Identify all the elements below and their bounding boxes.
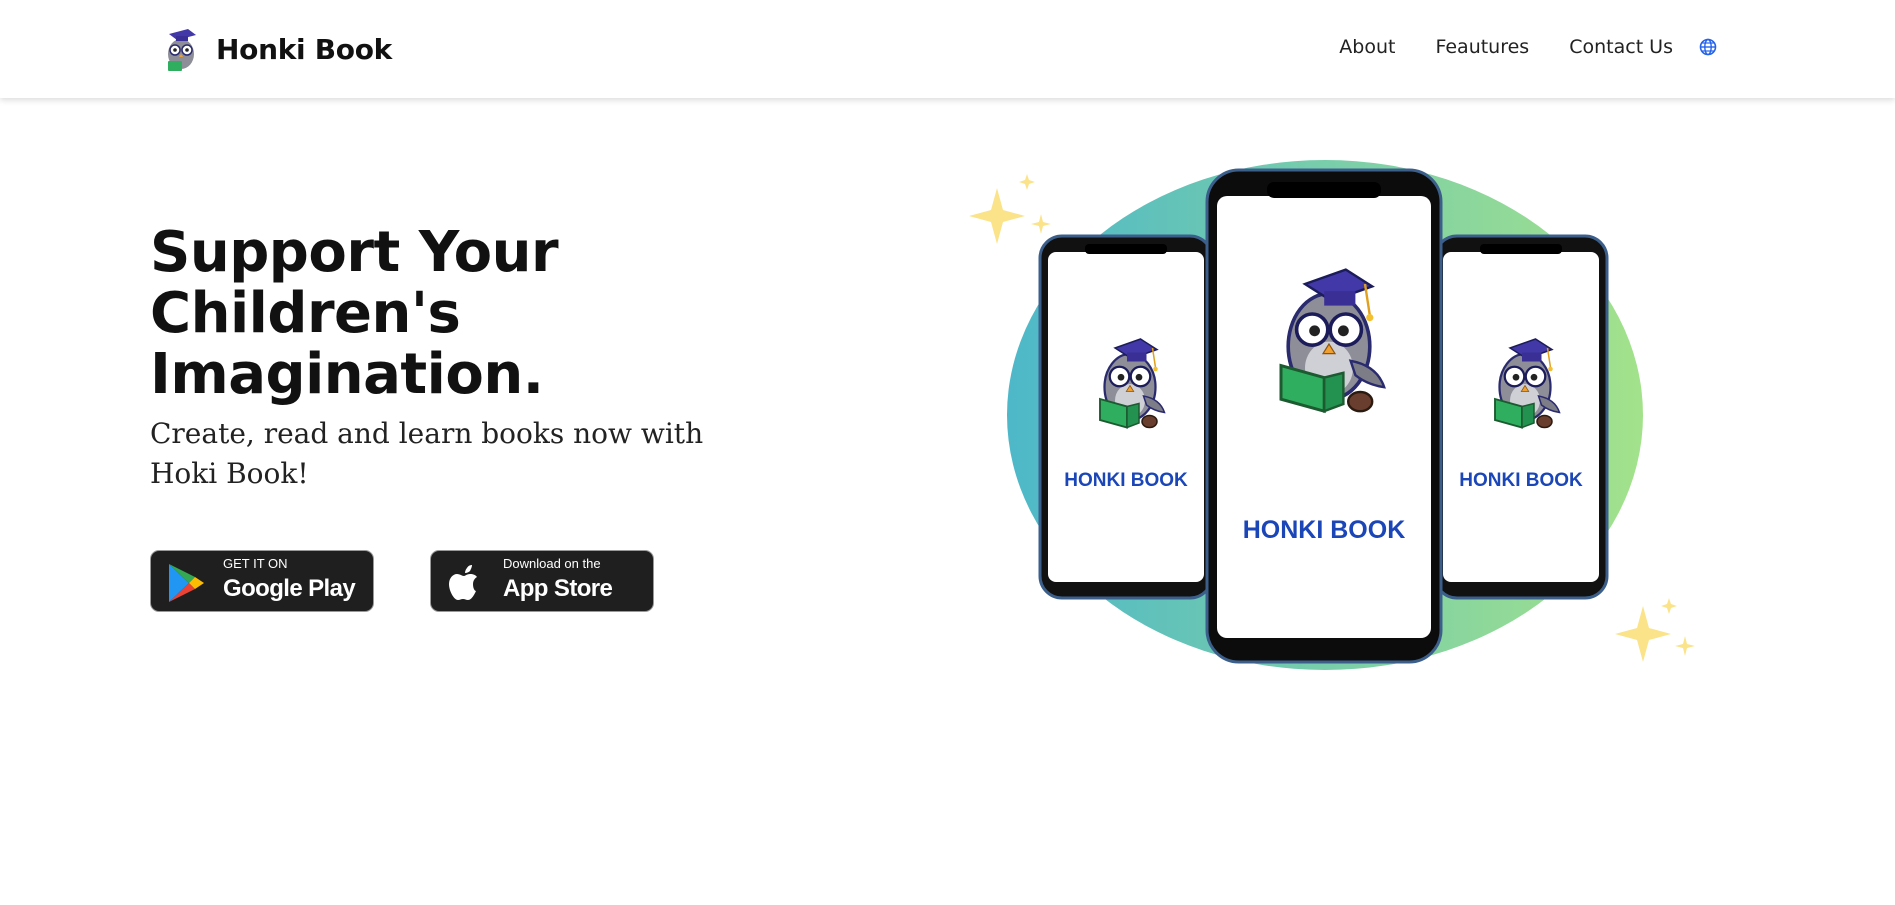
- left-phone-label: HONKI BOOK: [1064, 470, 1188, 491]
- hero-subtitle: Create, read and learn books now with Ho…: [150, 417, 704, 490]
- right-phone-label: HONKI BOOK: [1459, 470, 1583, 491]
- app-store-small-text: Download on the: [503, 556, 601, 571]
- hero-title: Support Your Children's Imagination.: [150, 220, 559, 407]
- nav-menu: About Feautures Contact Us: [1299, 36, 1717, 58]
- brand-name: Honki Book: [216, 32, 393, 66]
- brand[interactable]: Honki Book: [160, 24, 392, 74]
- google-play-big-text: Google Play: [223, 575, 356, 602]
- google-play-button[interactable]: GET IT ON Google Play: [150, 550, 374, 612]
- owl-logo-icon: [168, 29, 196, 71]
- center-phone-label: HONKI BOOK: [1243, 516, 1406, 544]
- nav-contact-us[interactable]: Contact Us: [1569, 36, 1673, 58]
- google-play-icon: [169, 564, 204, 602]
- nav-about[interactable]: About: [1339, 36, 1395, 58]
- apple-icon: [449, 565, 477, 600]
- google-play-small-text: GET IT ON: [223, 556, 288, 571]
- globe-icon[interactable]: [1699, 38, 1717, 56]
- hero-phones-illustration: HONKI BOOK HONKI BOOK HONKI BOOK: [969, 160, 1695, 670]
- nav-features[interactable]: Feautures: [1435, 36, 1529, 58]
- app-store-big-text: App Store: [503, 575, 613, 602]
- navbar: Honki Book About Feautures Contact Us: [0, 0, 1895, 98]
- app-store-button[interactable]: Download on the App Store: [430, 550, 654, 612]
